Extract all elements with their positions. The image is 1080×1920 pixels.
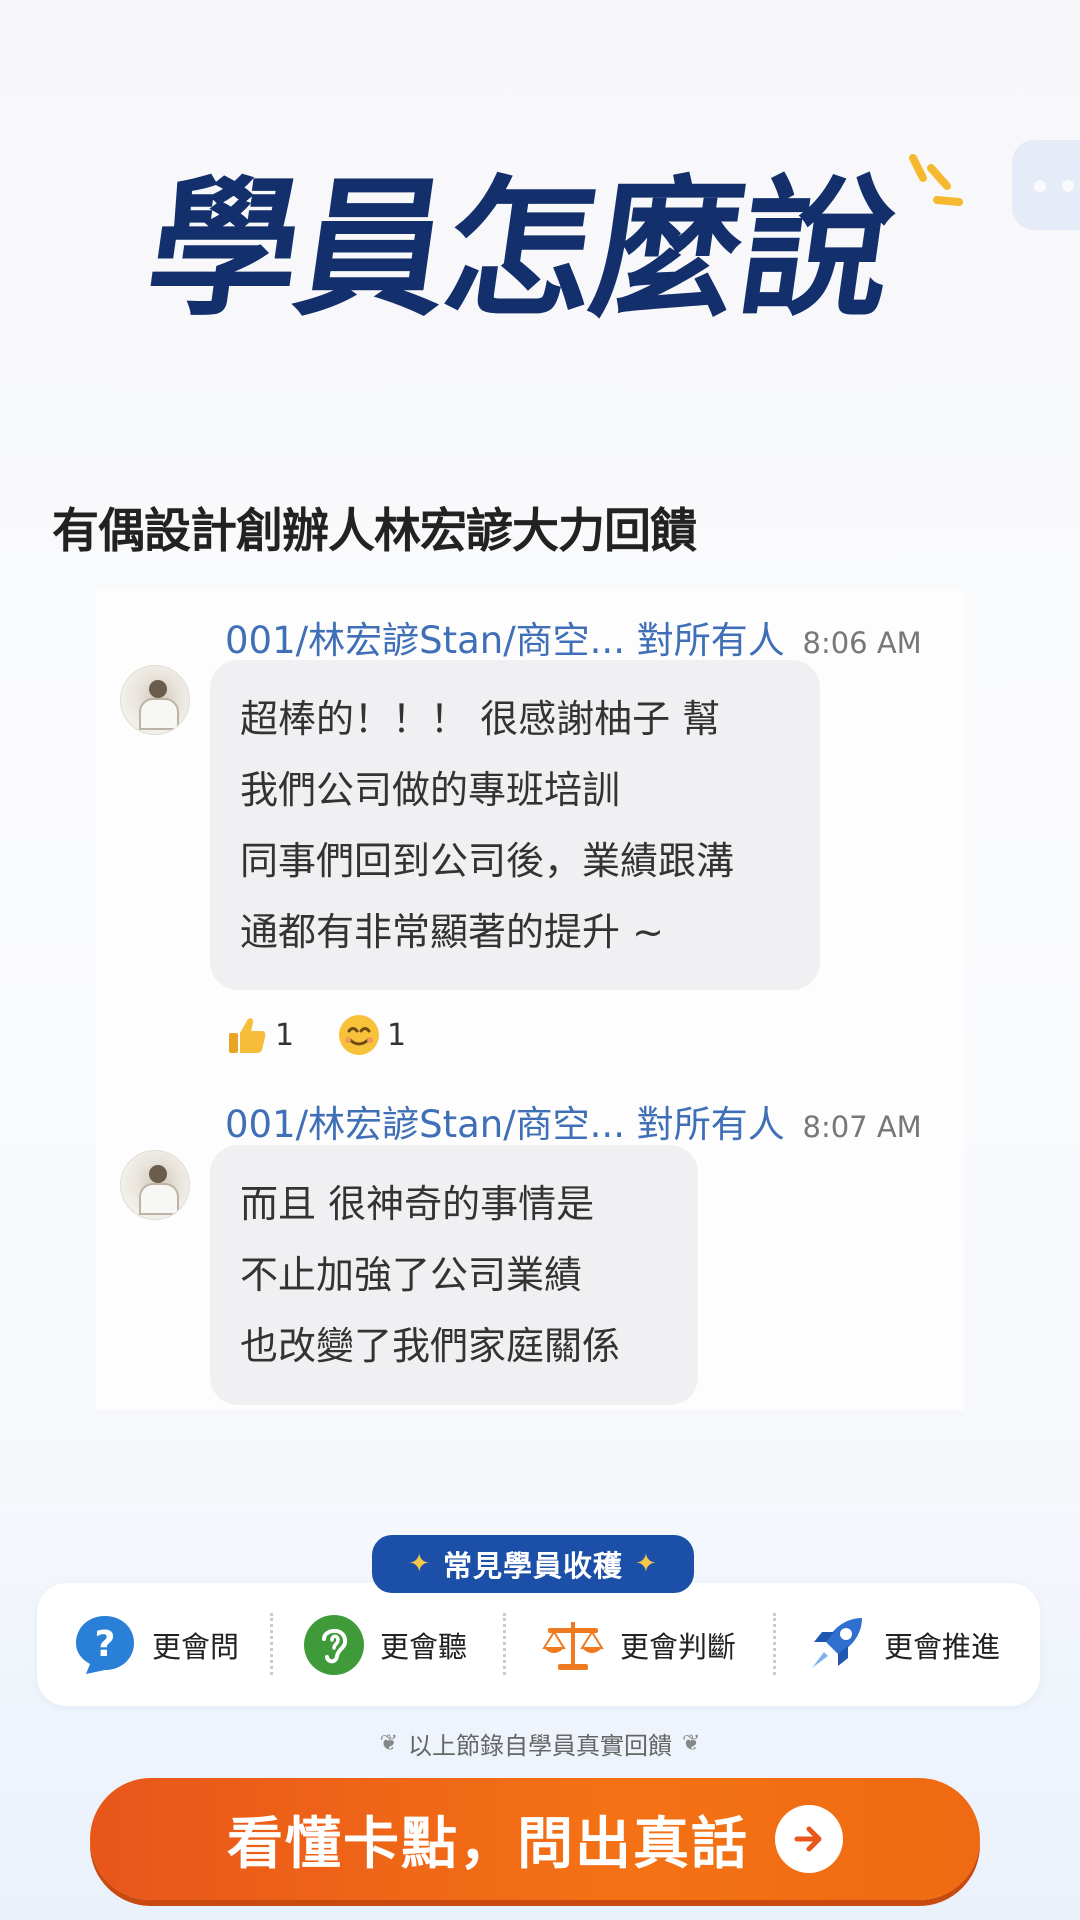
svg-text:?: ? — [95, 1624, 116, 1665]
message-line: 超棒的！！！ 很感謝柚子 幫 — [240, 697, 721, 741]
message-bubble: 超棒的！！！ 很感謝柚子 幫 我們公司做的專班培訓 同事們回到公司後，業績跟溝 … — [210, 660, 820, 990]
badge-label: 常見學員收穫 — [442, 1549, 623, 1583]
reaction-count: 1 — [387, 1017, 407, 1053]
benefits-badge: ✦ 常見學員收穫 ✦ — [372, 1535, 694, 1593]
benefit-ask: ? 更會問 — [72, 1583, 239, 1706]
feedback-note: ❦ 以上節錄自學員真實回饋 ❦ — [360, 1723, 720, 1763]
benefit-label: 更會推進 — [884, 1629, 1001, 1664]
page-title: 學員怎麼說 — [137, 163, 903, 337]
chat-bubble-decoration-icon — [1012, 140, 1080, 230]
benefit-label: 更會判斷 — [620, 1629, 737, 1664]
benefits-card: ? 更會問 更會聽 更會判斷 更會推進 — [37, 1583, 1040, 1706]
benefit-label: 更會問 — [152, 1629, 240, 1664]
benefit-listen: 更會聽 — [302, 1583, 467, 1706]
avatar — [120, 1150, 190, 1220]
message-header: 001/林宏諺Stan/商空... 對所有人 8:06 AM — [225, 610, 922, 664]
sender-name: 001/林宏諺Stan/商空... — [225, 1103, 625, 1146]
star-icon: ✦ — [635, 1549, 658, 1579]
divider — [270, 1613, 273, 1675]
avatar — [120, 665, 190, 735]
message-time: 8:06 AM — [802, 626, 922, 660]
message-target: 對所有人 — [636, 619, 785, 662]
divider — [503, 1613, 506, 1675]
testimonial-heading: 有偶設計創辦人林宏諺大力回饋 — [52, 504, 697, 559]
ear-icon — [304, 1614, 364, 1675]
laurel-right-icon: ❦ — [682, 1730, 701, 1756]
benefit-label: 更會聽 — [380, 1629, 468, 1664]
sender-name: 001/林宏諺Stan/商空... — [225, 619, 625, 662]
scales-icon — [542, 1621, 604, 1670]
message-line: 而且 很神奇的事情是 — [240, 1182, 595, 1226]
star-icon: ✦ — [408, 1549, 431, 1579]
reaction-count: 1 — [275, 1017, 295, 1053]
message-line: 我們公司做的專班培訓 — [240, 768, 621, 812]
cta-button[interactable]: 看懂卡點，問出真話 — [90, 1778, 980, 1900]
reaction-smile[interactable]: 1 — [337, 1010, 406, 1060]
sparkle-icon — [909, 154, 963, 206]
message-line: 通都有非常顯著的提升 ~ — [240, 910, 664, 954]
divider — [773, 1613, 776, 1675]
smile-icon — [339, 1015, 379, 1055]
question-bubble-icon: ? — [76, 1615, 134, 1674]
laurel-left-icon: ❦ — [379, 1730, 398, 1756]
message-line: 也改變了我們家庭關係 — [240, 1324, 621, 1368]
thumbs-up-icon — [229, 1018, 266, 1053]
arrow-right-icon — [775, 1805, 843, 1873]
benefit-judge: 更會判斷 — [540, 1583, 736, 1706]
message-line: 同事們回到公司後，業績跟溝 — [240, 839, 735, 883]
message-line: 不止加強了公司業績 — [240, 1253, 583, 1297]
message-header: 001/林宏諺Stan/商空... 對所有人 8:07 AM — [225, 1094, 922, 1148]
message-bubble: 而且 很神奇的事情是 不止加強了公司業績 也改變了我們家庭關係 — [210, 1145, 698, 1405]
note-text: 以上節錄自學員真實回饋 — [408, 1731, 672, 1760]
rocket-icon — [812, 1617, 862, 1668]
cta-label: 看懂卡點，問出真話 — [227, 1811, 749, 1877]
benefit-drive: 更會推進 — [804, 1583, 1000, 1706]
message-target: 對所有人 — [636, 1103, 785, 1146]
reaction-thumbs-up[interactable]: 1 — [225, 1010, 294, 1060]
message-time: 8:07 AM — [802, 1110, 922, 1144]
